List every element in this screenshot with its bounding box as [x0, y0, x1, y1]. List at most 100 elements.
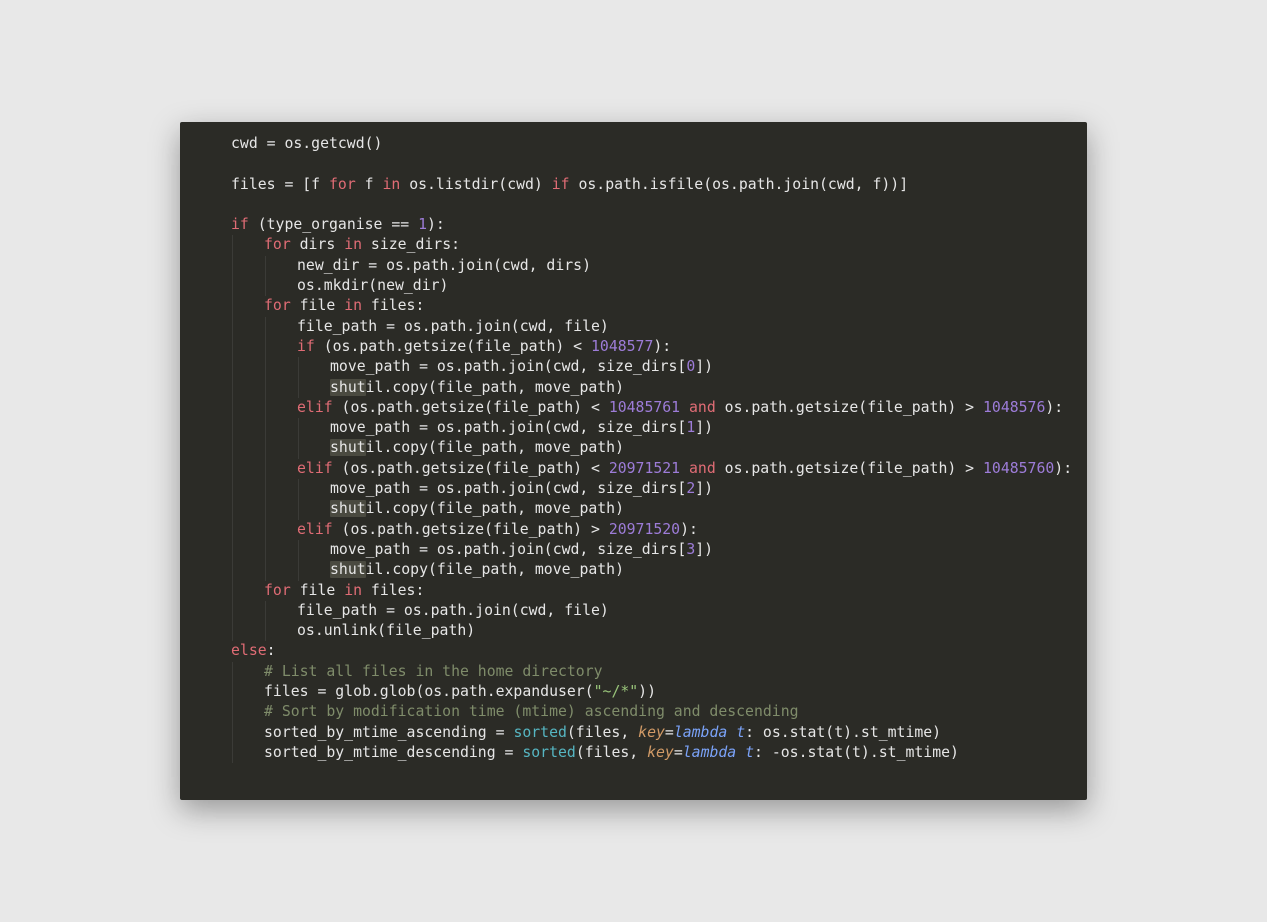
code-line[interactable]: # Sort by modification time (mtime) asce… — [198, 702, 1069, 722]
indent-guide — [265, 256, 266, 276]
code-token: 2 — [686, 480, 695, 497]
code-line[interactable]: os.mkdir(new_dir) — [198, 276, 1069, 296]
code-token: dirs — [291, 236, 344, 253]
indent-guide — [232, 581, 233, 601]
indent-guide — [232, 276, 233, 296]
code-token: 1048576 — [983, 399, 1045, 416]
indent-guide — [232, 520, 233, 540]
code-token: : os.stat(t).st_mtime) — [745, 724, 941, 741]
indent-guide — [232, 357, 233, 377]
code-line[interactable]: os.unlink(file_path) — [198, 621, 1069, 641]
code-token: for — [329, 176, 356, 193]
code-line[interactable]: files = [f for f in os.listdir(cwd) if o… — [198, 175, 1069, 195]
code-line[interactable]: file_path = os.path.join(cwd, file) — [198, 601, 1069, 621]
code-token: il.copy(file_path, move_path) — [366, 561, 624, 578]
code-content[interactable]: cwd = os.getcwd() files = [f for f in os… — [180, 134, 1087, 763]
indent-guide — [298, 438, 299, 458]
code-line[interactable]: if (type_organise == 1): — [198, 215, 1069, 235]
code-token: elif — [297, 521, 333, 538]
indent-guide — [232, 723, 233, 743]
code-token: il.copy(file_path, move_path) — [366, 500, 624, 517]
code-line[interactable] — [198, 154, 1069, 174]
indent-guide — [232, 378, 233, 398]
code-line[interactable] — [198, 195, 1069, 215]
code-line[interactable]: else: — [198, 641, 1069, 661]
code-line[interactable]: elif (os.path.getsize(file_path) < 10485… — [198, 398, 1069, 418]
code-token: ): — [1054, 460, 1072, 477]
code-token: (files, — [576, 744, 647, 761]
code-token: size_dirs: — [362, 236, 460, 253]
code-line[interactable]: move_path = os.path.join(cwd, size_dirs[… — [198, 357, 1069, 377]
code-token: os.unlink(file_path) — [297, 622, 475, 639]
code-editor[interactable]: cwd = os.getcwd() files = [f for f in os… — [180, 122, 1087, 800]
indent-guide — [265, 357, 266, 377]
indent-guide — [265, 378, 266, 398]
code-token: ): — [1045, 399, 1063, 416]
indent-guide — [232, 621, 233, 641]
code-token: = — [674, 744, 683, 761]
code-line[interactable]: for file in files: — [198, 296, 1069, 316]
code-line[interactable]: new_dir = os.path.join(cwd, dirs) — [198, 256, 1069, 276]
indent-guide — [265, 337, 266, 357]
code-line[interactable]: sorted_by_mtime_ascending = sorted(files… — [198, 723, 1069, 743]
indent-guide — [298, 378, 299, 398]
indent-guide — [232, 317, 233, 337]
code-line[interactable]: files = glob.glob(os.path.expanduser("~/… — [198, 682, 1069, 702]
code-token: move_path = os.path.join(cwd, size_dirs[ — [330, 541, 686, 558]
code-line[interactable]: elif (os.path.getsize(file_path) > 20971… — [198, 520, 1069, 540]
code-line[interactable]: move_path = os.path.join(cwd, size_dirs[… — [198, 540, 1069, 560]
code-token: 1048577 — [591, 338, 653, 355]
code-token: ): — [680, 521, 698, 538]
code-token: os.path.getsize(file_path) > — [716, 460, 983, 477]
code-token: if — [552, 176, 570, 193]
code-line[interactable]: shutil.copy(file_path, move_path) — [198, 499, 1069, 519]
code-token: in — [344, 236, 362, 253]
code-token: 10485760 — [983, 460, 1054, 477]
indent-guide — [265, 459, 266, 479]
code-token: else — [231, 642, 267, 659]
indent-guide — [265, 499, 266, 519]
code-token: key — [638, 724, 665, 741]
indent-guide — [232, 743, 233, 763]
code-token: sorted_by_mtime_ascending = — [264, 724, 513, 741]
code-token: shut — [330, 379, 366, 396]
indent-guide — [232, 601, 233, 621]
code-token: 3 — [686, 541, 695, 558]
code-line[interactable]: sorted_by_mtime_descending = sorted(file… — [198, 743, 1069, 763]
code-line[interactable]: shutil.copy(file_path, move_path) — [198, 378, 1069, 398]
code-token: "~/*" — [594, 683, 639, 700]
code-token: os.path.isfile(os.path.join(cwd, f))] — [570, 176, 909, 193]
code-token: files: — [362, 582, 424, 599]
code-token: (os.path.getsize(file_path) > — [333, 521, 609, 538]
code-line[interactable]: cwd = os.getcwd() — [198, 134, 1069, 154]
code-line[interactable]: shutil.copy(file_path, move_path) — [198, 560, 1069, 580]
code-line[interactable]: move_path = os.path.join(cwd, size_dirs[… — [198, 418, 1069, 438]
code-token: 20971520 — [609, 521, 680, 538]
code-token: elif — [297, 399, 333, 416]
indent-guide — [232, 479, 233, 499]
code-line[interactable]: for file in files: — [198, 581, 1069, 601]
code-token: ]) — [695, 419, 713, 436]
code-token: )) — [638, 683, 656, 700]
code-token: 20971521 — [609, 460, 680, 477]
code-token: and — [689, 460, 716, 477]
indent-guide — [265, 438, 266, 458]
code-token: lambda — [683, 744, 736, 761]
code-line[interactable]: shutil.copy(file_path, move_path) — [198, 438, 1069, 458]
indent-guide — [265, 520, 266, 540]
code-token: shut — [330, 561, 366, 578]
code-line[interactable]: # List all files in the home directory — [198, 662, 1069, 682]
code-token: files = glob.glob(os.path.expanduser( — [264, 683, 594, 700]
code-token: files: — [362, 297, 424, 314]
code-token: ): — [653, 338, 671, 355]
code-line[interactable]: move_path = os.path.join(cwd, size_dirs[… — [198, 479, 1069, 499]
code-token: key — [647, 744, 674, 761]
code-line[interactable]: if (os.path.getsize(file_path) < 1048577… — [198, 337, 1069, 357]
code-token: move_path = os.path.join(cwd, size_dirs[ — [330, 358, 686, 375]
code-token: il.copy(file_path, move_path) — [366, 439, 624, 456]
code-line[interactable]: file_path = os.path.join(cwd, file) — [198, 317, 1069, 337]
code-token: # Sort by modification time (mtime) asce… — [264, 703, 799, 720]
code-line[interactable]: for dirs in size_dirs: — [198, 235, 1069, 255]
code-token: if — [231, 216, 249, 233]
code-line[interactable]: elif (os.path.getsize(file_path) < 20971… — [198, 459, 1069, 479]
